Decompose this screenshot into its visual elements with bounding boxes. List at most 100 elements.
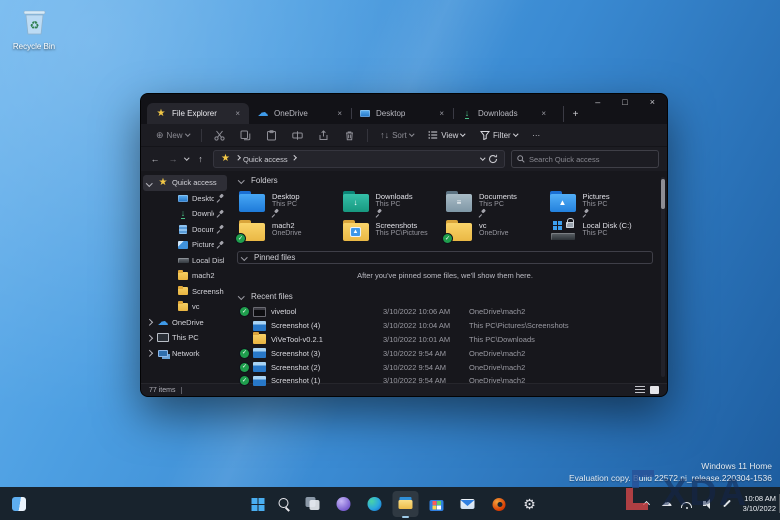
tab-close-icon[interactable]: ×: [336, 109, 343, 118]
folder-tile-desktop[interactable]: Desktop This PC: [239, 190, 343, 214]
sidebar-item-quick-access[interactable]: Quick access: [143, 175, 227, 191]
search-icon: [517, 155, 525, 163]
sidebar-item-local-disk[interactable]: Local Disk (C:): [143, 253, 227, 269]
close-button[interactable]: ×: [650, 98, 655, 107]
scrollbar-thumb[interactable]: [661, 179, 665, 209]
new-tab-button[interactable]: +: [563, 106, 579, 122]
sidebar-item-pictures[interactable]: Pictures: [143, 237, 227, 253]
more-options-button[interactable]: ···: [525, 127, 547, 144]
recycle-bin-shortcut[interactable]: ♻ Recycle Bin: [8, 6, 60, 51]
tab-close-icon[interactable]: ×: [438, 109, 445, 118]
sidebar-item-vc[interactable]: vc: [143, 299, 227, 315]
pin-icon: [217, 194, 224, 202]
task-view-button[interactable]: [300, 491, 326, 517]
sort-button[interactable]: ↑↓ Sort: [373, 127, 420, 144]
sidebar-item-this-pc[interactable]: This PC: [143, 330, 227, 346]
folder-name: mach2: [272, 221, 295, 230]
recent-files-section-header[interactable]: Recent files: [237, 289, 653, 304]
edge-button[interactable]: [362, 491, 388, 517]
search-input[interactable]: [529, 154, 653, 164]
file-location: OneDrive\mach2: [469, 348, 526, 358]
settings-button[interactable]: [517, 491, 543, 517]
pinned-files-section-header[interactable]: Pinned files: [237, 251, 653, 264]
taskbar-clock[interactable]: 10:08 AM 3/10/2022: [743, 494, 776, 514]
wifi-tray-icon[interactable]: [681, 498, 693, 510]
tray-expand-button[interactable]: [641, 498, 653, 510]
tab-file-explorer[interactable]: File Explorer ×: [147, 103, 249, 124]
file-location: OneDrive\mach2: [469, 307, 526, 317]
folder-tile-vc[interactable]: vc OneDrive: [443, 219, 550, 243]
office-button[interactable]: [486, 491, 512, 517]
collapse-chevron-icon[interactable]: [240, 255, 249, 260]
address-dropdown-icon[interactable]: [479, 155, 485, 161]
folder-tile-screenshots[interactable]: ▲ Screenshots This PC\Pictures: [342, 219, 447, 243]
sidebar-item-documents[interactable]: Documents: [143, 222, 227, 238]
sidebar-item-screenshots[interactable]: Screenshots: [143, 284, 227, 300]
scrollbar[interactable]: [661, 177, 665, 377]
search-box[interactable]: [511, 150, 659, 168]
volume-tray-icon[interactable]: [701, 498, 713, 510]
recent-file-row[interactable]: Screenshot (4) 3/10/2022 10:04 AM This P…: [237, 319, 653, 333]
collapse-chevron-icon[interactable]: [237, 294, 246, 299]
recent-locations-button[interactable]: [184, 155, 190, 161]
expand-chevron-icon[interactable]: [145, 181, 154, 186]
folder-tile-downloads[interactable]: ↓ Downloads This PC: [342, 190, 447, 214]
expand-chevron-icon[interactable]: [145, 351, 154, 356]
recent-file-row[interactable]: Screenshot (1) 3/10/2022 9:54 AM OneDriv…: [237, 374, 653, 388]
tab-desktop[interactable]: Desktop ×: [351, 103, 453, 124]
sidebar-item-desktop[interactable]: Desktop: [143, 191, 227, 207]
cut-button[interactable]: [207, 127, 232, 144]
caption-buttons: – □ ×: [595, 98, 655, 107]
mail-button[interactable]: [455, 491, 481, 517]
folders-section-header[interactable]: Folders: [237, 173, 653, 188]
folder-location: This PC: [582, 230, 608, 237]
folder-tile-documents[interactable]: ≡ Documents This PC: [446, 190, 550, 214]
refresh-icon[interactable]: [488, 154, 498, 164]
share-button[interactable]: [311, 127, 336, 144]
file-explorer-button[interactable]: [392, 491, 419, 518]
recent-file-row[interactable]: Screenshot (3) 3/10/2022 9:54 AM OneDriv…: [237, 346, 653, 360]
onedrive-tray-icon[interactable]: [661, 498, 673, 510]
cortana-button[interactable]: [331, 491, 357, 517]
tab-close-icon[interactable]: ×: [540, 109, 547, 118]
titlebar[interactable]: – □ × File Explorer × OneDrive ×: [141, 94, 667, 124]
sidebar-item-onedrive[interactable]: OneDrive: [143, 315, 227, 331]
sidebar-item-network[interactable]: Network: [143, 346, 227, 362]
copy-button[interactable]: [233, 127, 258, 144]
view-button[interactable]: View: [421, 127, 472, 144]
recent-file-row[interactable]: vivetool 3/10/2022 10:06 AM OneDrive\mac…: [237, 305, 653, 319]
tab-close-icon[interactable]: ×: [234, 109, 241, 118]
tab-downloads[interactable]: Downloads ×: [453, 103, 555, 124]
search-button[interactable]: [269, 491, 295, 517]
recent-file-row[interactable]: ViVeTool-v0.2.1 3/10/2022 10:01 AM This …: [237, 332, 653, 347]
minimize-button[interactable]: –: [595, 98, 600, 107]
expand-chevron-icon[interactable]: [145, 336, 154, 341]
expand-chevron-icon[interactable]: [145, 320, 154, 325]
folder-tile-mach2[interactable]: mach2 OneDrive: [236, 219, 343, 243]
sidebar-item-mach2[interactable]: mach2: [143, 268, 227, 284]
address-bar[interactable]: Quick access: [212, 150, 505, 168]
folder-tile-local-disk[interactable]: Local Disk (C:) This PC: [550, 218, 654, 243]
sidebar-item-downloads[interactable]: Downloads: [143, 206, 227, 222]
start-button[interactable]: [238, 491, 264, 517]
tab-onedrive[interactable]: OneDrive ×: [249, 103, 351, 124]
new-button[interactable]: ⊕ New: [149, 127, 196, 144]
recent-file-row[interactable]: Screenshot (2) 3/10/2022 9:54 AM OneDriv…: [237, 360, 653, 374]
maximize-button[interactable]: □: [622, 98, 627, 107]
widgets-button[interactable]: [6, 491, 32, 517]
back-button[interactable]: ←: [149, 154, 161, 164]
folder-tile-icon: [239, 190, 267, 214]
file-name: Screenshot (3): [271, 348, 321, 358]
breadcrumb[interactable]: Quick access: [243, 155, 288, 164]
filter-button[interactable]: Filter: [473, 127, 524, 144]
up-button[interactable]: ↑: [195, 154, 207, 164]
paste-button[interactable]: [259, 127, 284, 144]
delete-button[interactable]: [337, 127, 362, 144]
store-button[interactable]: [424, 491, 450, 517]
sync-badge-cell: [240, 362, 249, 372]
rename-button[interactable]: [285, 127, 310, 144]
forward-button[interactable]: →: [167, 154, 179, 164]
collapse-chevron-icon[interactable]: [237, 178, 246, 183]
folder-tile-pictures[interactable]: ▲ Pictures This PC: [549, 190, 654, 214]
pen-tray-icon[interactable]: [721, 498, 733, 510]
